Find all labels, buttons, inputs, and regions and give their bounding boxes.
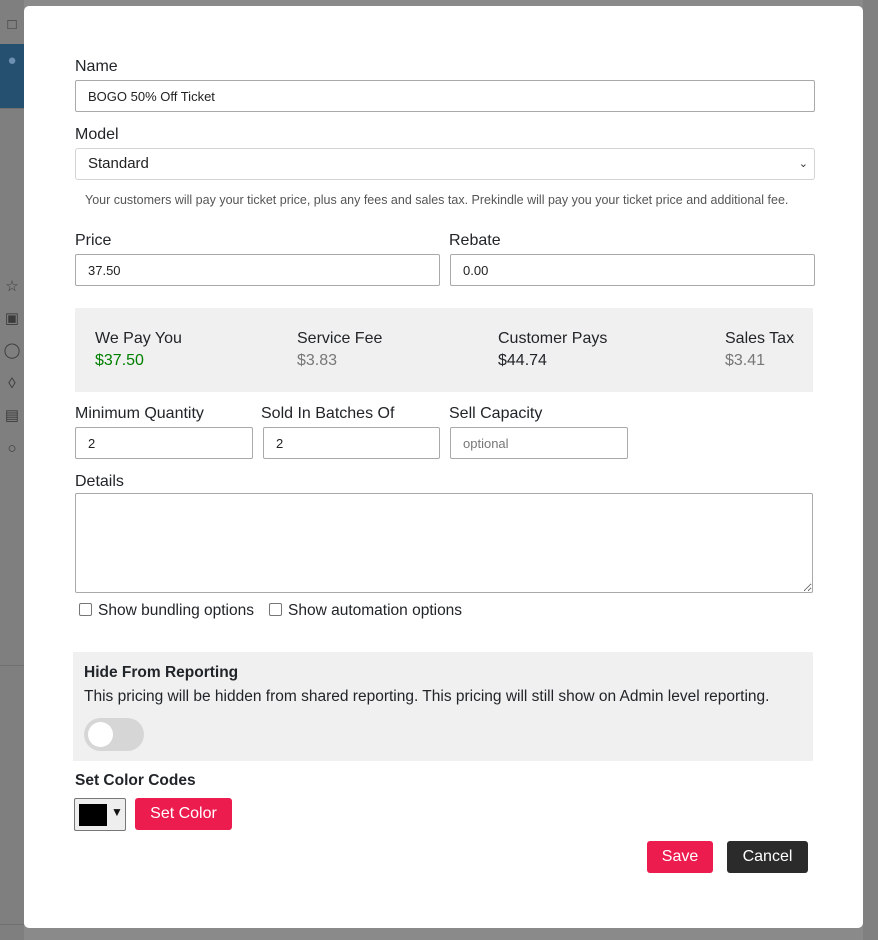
printer-icon: ▣ xyxy=(4,310,20,327)
chat-icon: □ xyxy=(7,16,17,33)
caret-down-icon: ▼ xyxy=(111,805,123,819)
name-input[interactable] xyxy=(75,80,815,112)
rebate-label: Rebate xyxy=(449,232,501,249)
image-icon: ▤ xyxy=(4,407,20,424)
customer-pays-value: $44.74 xyxy=(498,352,547,369)
min-quantity-input[interactable] xyxy=(75,427,253,459)
we-pay-value: $37.50 xyxy=(95,352,144,369)
price-input[interactable] xyxy=(75,254,440,286)
cancel-button[interactable]: Cancel xyxy=(727,841,808,873)
edit-pricing-modal: Name Model Standard ⌄ Your customers wil… xyxy=(24,6,863,928)
background-right-panel xyxy=(863,0,878,940)
sales-tax-value: $3.41 xyxy=(725,352,766,369)
color-swatch xyxy=(79,804,107,826)
person-icon: ◯ xyxy=(3,342,21,359)
chevron-down-icon: ⌄ xyxy=(798,158,808,170)
capacity-input[interactable] xyxy=(450,427,628,459)
details-textarea[interactable] xyxy=(75,493,813,593)
hide-reporting-panel: Hide From Reporting This pricing will be… xyxy=(73,652,813,761)
customer-pays-label: Customer Pays xyxy=(498,330,608,347)
star-icon: ☆ xyxy=(5,278,19,295)
hide-reporting-title: Hide From Reporting xyxy=(84,664,239,681)
hide-reporting-description: This pricing will be hidden from shared … xyxy=(84,688,770,705)
model-select[interactable]: Standard ⌄ xyxy=(75,148,815,180)
bundling-label: Show bundling options xyxy=(98,602,254,619)
dollar-icon: ○ xyxy=(7,440,17,457)
price-label: Price xyxy=(75,232,112,249)
automation-label: Show automation options xyxy=(288,602,463,619)
tag-icon: ● xyxy=(7,52,17,69)
save-button[interactable]: Save xyxy=(647,841,713,873)
sales-tax-label: Sales Tax xyxy=(725,330,795,347)
batches-label: Sold In Batches Of xyxy=(261,405,395,422)
payout-summary: We Pay You $37.50 Service Fee $3.83 Cust… xyxy=(75,308,813,392)
service-fee-value: $3.83 xyxy=(297,352,338,369)
toggle-knob xyxy=(88,722,113,747)
service-fee-label: Service Fee xyxy=(297,330,383,347)
model-label: Model xyxy=(75,126,119,143)
model-select-value: Standard xyxy=(88,155,149,172)
automation-checkbox[interactable] xyxy=(269,603,282,616)
layers-icon: ◊ xyxy=(8,375,16,392)
set-color-button[interactable]: Set Color xyxy=(135,798,232,830)
background-divider xyxy=(0,108,24,109)
rebate-input[interactable] xyxy=(450,254,815,286)
color-picker-button[interactable]: ▼ xyxy=(74,798,126,831)
name-label: Name xyxy=(75,58,118,75)
bundling-checkbox[interactable] xyxy=(79,603,92,616)
background-divider xyxy=(0,665,24,666)
hide-reporting-toggle[interactable] xyxy=(84,718,144,751)
details-label: Details xyxy=(75,473,124,490)
color-codes-title: Set Color Codes xyxy=(75,772,196,789)
model-help-text: Your customers will pay your ticket pric… xyxy=(85,193,789,207)
background-sidebar xyxy=(0,0,24,940)
min-quantity-label: Minimum Quantity xyxy=(75,405,204,422)
capacity-label: Sell Capacity xyxy=(449,405,543,422)
background-divider xyxy=(0,924,24,925)
we-pay-label: We Pay You xyxy=(95,330,182,347)
batches-input[interactable] xyxy=(263,427,440,459)
